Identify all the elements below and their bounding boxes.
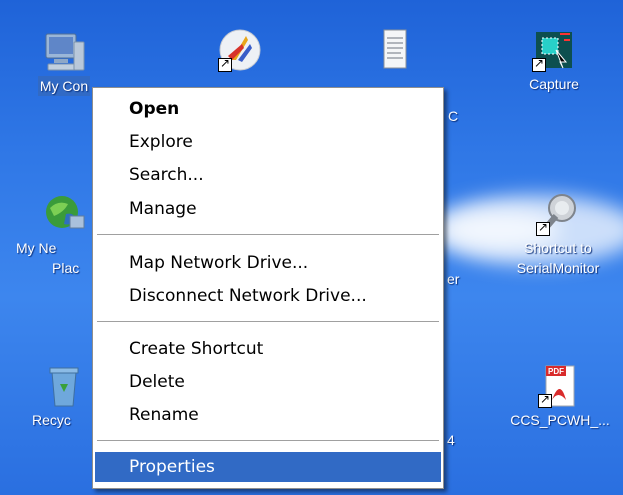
serialmonitor-desktop-icon[interactable]: Shortcut to SerialMonitor: [502, 190, 614, 278]
shortcut-arrow-icon: [536, 220, 550, 236]
menu-item-create-shortcut[interactable]: Create Shortcut: [95, 334, 441, 364]
my-computer-label: My Con: [37, 76, 91, 96]
shortcut-arrow-icon: [532, 56, 546, 72]
computer-icon: [40, 28, 88, 76]
pdf-file-icon: PDF: [536, 362, 584, 410]
capture-icon: [530, 26, 578, 74]
document-desktop-icon[interactable]: [345, 26, 445, 74]
menu-separator: [97, 234, 439, 236]
menu-item-disconnect-network-drive[interactable]: Disconnect Network Drive...: [95, 281, 441, 311]
serialmonitor-icon: [534, 190, 582, 238]
shortcut-arrow-icon: [538, 392, 552, 408]
hidden-icon-label-partial: er: [447, 271, 460, 287]
context-menu: Open Explore Search... Manage Map Networ…: [92, 87, 444, 489]
menu-item-open[interactable]: Open: [95, 94, 441, 124]
menu-item-search[interactable]: Search...: [95, 160, 441, 190]
network-globe-icon: [40, 190, 88, 238]
menu-separator: [97, 321, 439, 323]
capture-desktop-icon[interactable]: Capture: [504, 26, 604, 94]
menu-item-delete[interactable]: Delete: [95, 367, 441, 397]
my-computer-desktop-icon[interactable]: My Con: [14, 28, 114, 96]
recycle-bin-icon: [40, 362, 88, 410]
menu-separator: [97, 440, 439, 442]
menu-item-rename[interactable]: Rename: [95, 400, 441, 430]
menu-item-manage[interactable]: Manage: [95, 194, 441, 224]
serialmonitor-label-line1: Shortcut to: [524, 240, 592, 256]
menu-item-map-network-drive[interactable]: Map Network Drive...: [95, 248, 441, 278]
ccs-pcwh-desktop-icon[interactable]: PDF CCS_PCWH_...: [504, 362, 616, 430]
ccs-pcwh-label: CCS_PCWH_...: [510, 412, 610, 428]
capture-label: Capture: [529, 76, 579, 92]
shortcut-desktop-icon[interactable]: [190, 26, 290, 74]
shortcut-arrow-icon: [218, 56, 232, 72]
serialmonitor-label-line2: SerialMonitor: [516, 260, 600, 276]
document-label-partial: C: [448, 108, 459, 124]
menu-item-explore[interactable]: Explore: [95, 127, 441, 157]
svg-text:PDF: PDF: [548, 367, 564, 376]
hidden-icon-label-partial-2: 4: [447, 432, 455, 448]
notepad-icon: [371, 26, 419, 74]
app-shortcut-icon: [216, 26, 264, 74]
menu-item-properties[interactable]: Properties: [95, 452, 441, 482]
